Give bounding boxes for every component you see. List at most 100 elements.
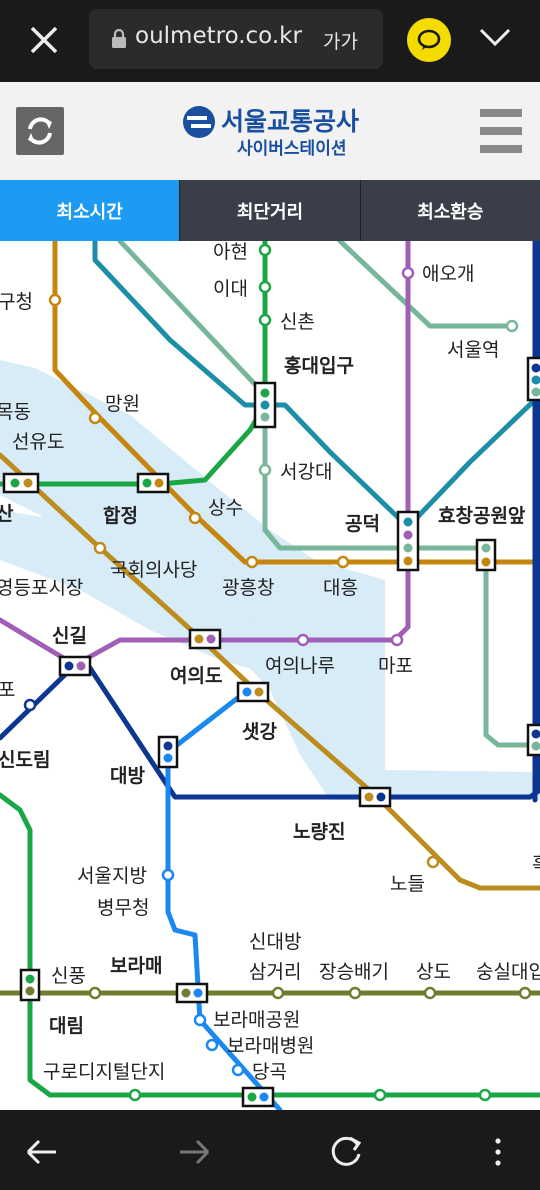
label-hospital[interactable]: 병무청	[97, 897, 149, 919]
label-gwangheung[interactable]: 광흥창	[222, 577, 274, 599]
station-dot-seoulstation[interactable]	[505, 319, 519, 333]
station-dot-boramaepark[interactable]	[193, 1013, 207, 1027]
station-dot-gwangheung[interactable]	[245, 555, 259, 569]
chevron-down-icon[interactable]	[478, 26, 512, 48]
station-dot-lower-2a[interactable]	[373, 1088, 387, 1102]
label-seonyudo[interactable]: 선유도	[12, 431, 64, 453]
label-sinpung[interactable]: 신풍	[51, 965, 86, 987]
label-hapjeong[interactable]: 합정	[103, 505, 138, 527]
subway-map[interactable]: 아현 이대 신촌 홍대입구 서강대 애오개 서울역 구청 망원 목동 선유도 산…	[0, 241, 540, 1110]
label-boramae[interactable]: 보라매	[110, 955, 162, 977]
hamburger-menu-icon[interactable]	[480, 109, 522, 153]
label-mapo[interactable]: 마포	[378, 655, 413, 677]
label-sindaebang-2[interactable]: 삼거리	[249, 961, 301, 983]
station-dot-ahyeon[interactable]	[258, 243, 272, 257]
tab-min-time[interactable]: 최소시간	[0, 180, 181, 241]
label-idae[interactable]: 이대	[213, 278, 248, 300]
label-san[interactable]: 산	[0, 503, 14, 525]
lock-icon	[112, 29, 126, 48]
seoul-metro-logo[interactable]: 서울교통공사 사이버스테이션	[181, 104, 371, 160]
label-ahyeon[interactable]: 아현	[213, 241, 248, 263]
label-daerim[interactable]: 대림	[49, 1015, 84, 1037]
station-dot-danggok[interactable]	[231, 1063, 245, 1077]
label-sindaebang-1[interactable]: 신대방	[249, 931, 301, 953]
label-nodeul[interactable]: 노들	[390, 873, 425, 895]
station-dot-mapo[interactable]	[390, 633, 404, 647]
back-arrow-icon[interactable]	[22, 1132, 62, 1172]
label-singil[interactable]: 신길	[52, 625, 87, 647]
label-saetgang[interactable]: 샛강	[242, 721, 277, 743]
station-dot-gukhoe[interactable]	[93, 541, 107, 555]
label-boramaepark[interactable]: 보라매공원	[213, 1009, 300, 1031]
transfer-box-dangsan[interactable]	[2, 472, 40, 494]
tab-shortest-distance[interactable]: 최단거리	[180, 180, 361, 241]
label-heuk[interactable]: 흑	[532, 853, 540, 875]
label-mokdong[interactable]: 목동	[0, 401, 31, 423]
station-dot-idae[interactable]	[258, 280, 272, 294]
more-options-icon[interactable]	[478, 1132, 518, 1172]
label-sangsu[interactable]: 상수	[208, 497, 243, 519]
browser-nav-bar	[0, 1110, 540, 1190]
station-dot-sinchon[interactable]	[258, 313, 272, 327]
station-dot-lower-2b[interactable]	[478, 1088, 492, 1102]
station-dot-daeheung[interactable]	[336, 555, 350, 569]
close-icon[interactable]	[22, 22, 66, 60]
station-dot-soongsil[interactable]	[518, 986, 532, 1000]
station-dot-yeouinaru[interactable]	[296, 633, 310, 647]
station-dot-sangdo[interactable]	[423, 986, 437, 1000]
forward-arrow-icon[interactable]	[174, 1132, 214, 1172]
station-dot-seogangdae[interactable]	[258, 463, 272, 477]
label-noryangjin[interactable]: 노량진	[293, 821, 345, 843]
browser-toolbar: oulmetro.co.kr 가가	[0, 0, 540, 82]
station-dot-mangwon[interactable]	[88, 411, 102, 425]
refresh-icon[interactable]	[16, 107, 64, 155]
station-dot-gurodigital[interactable]	[128, 1088, 142, 1102]
label-seoulgov[interactable]: 서울지방	[77, 865, 147, 887]
label-sindorim[interactable]: 신도림	[0, 749, 50, 771]
label-guchung[interactable]: 구청	[0, 291, 33, 313]
logo-subtitle: 사이버스테이션	[237, 139, 347, 159]
label-aeogae[interactable]: 애오개	[422, 263, 474, 285]
label-mangwon[interactable]: 망원	[105, 393, 140, 415]
kakao-icon[interactable]	[407, 18, 451, 62]
station-dot-janggseung[interactable]	[348, 986, 362, 1000]
label-yeongdeungpo[interactable]: 영등포시장	[0, 577, 83, 599]
label-daebang[interactable]: 대방	[110, 765, 145, 787]
address-bar[interactable]: oulmetro.co.kr 가가	[89, 9, 383, 69]
text-size-button[interactable]: 가가	[323, 27, 358, 54]
label-janggseung[interactable]: 장승배기	[319, 961, 389, 983]
label-danggok[interactable]: 당곡	[252, 1061, 287, 1083]
label-yeouinaru[interactable]: 여의나루	[265, 655, 335, 677]
station-dot-nodeul[interactable]	[426, 855, 440, 869]
route-tabs: 최소시간 최단거리 최소환승	[0, 180, 540, 241]
station-dot-boramaehosp[interactable]	[205, 1038, 219, 1052]
station-dot-guchung[interactable]	[48, 293, 62, 307]
transfer-box-right-lower[interactable]	[526, 723, 540, 757]
station-dot-aeogae[interactable]	[401, 266, 415, 280]
label-yeouido[interactable]: 여의도	[170, 665, 222, 687]
reload-icon[interactable]	[326, 1132, 366, 1172]
label-hyochang[interactable]: 효창공원앞	[438, 505, 526, 527]
station-dot-seoulgov[interactable]	[161, 868, 175, 882]
label-gukhoe[interactable]: 국회의사당	[110, 559, 197, 581]
station-dot-sangsu[interactable]	[188, 511, 202, 525]
label-sinchon[interactable]: 신촌	[280, 311, 315, 333]
label-seogangdae[interactable]: 서강대	[280, 461, 332, 483]
station-dot-po[interactable]	[23, 698, 37, 712]
seoul-metro-logo-icon	[183, 106, 215, 138]
tab-min-transfer[interactable]: 최소환승	[360, 180, 540, 241]
site-header: 서울교통공사 사이버스테이션	[0, 82, 540, 181]
station-dot-sindaebang[interactable]	[271, 986, 285, 1000]
station-dot-sinpung[interactable]	[88, 986, 102, 1000]
label-gongdeok[interactable]: 공덕	[345, 513, 380, 535]
label-daeheung[interactable]: 대흥	[323, 577, 358, 599]
label-sangdo[interactable]: 상도	[416, 961, 451, 983]
label-soongsil[interactable]: 숭실대입	[476, 961, 540, 983]
label-hongik[interactable]: 홍대입구	[284, 354, 354, 377]
label-seoulstation[interactable]: 서울역	[447, 339, 499, 361]
label-po[interactable]: 포	[0, 679, 15, 701]
label-boramaehosp[interactable]: 보라매병원	[227, 1035, 314, 1057]
subway-map-svg[interactable]: 아현 이대 신촌 홍대입구 서강대 애오개 서울역 구청 망원 목동 선유도 산…	[0, 241, 540, 1110]
url-text: oulmetro.co.kr	[135, 23, 302, 49]
label-gurodigital[interactable]: 구로디지털단지	[43, 1061, 165, 1083]
